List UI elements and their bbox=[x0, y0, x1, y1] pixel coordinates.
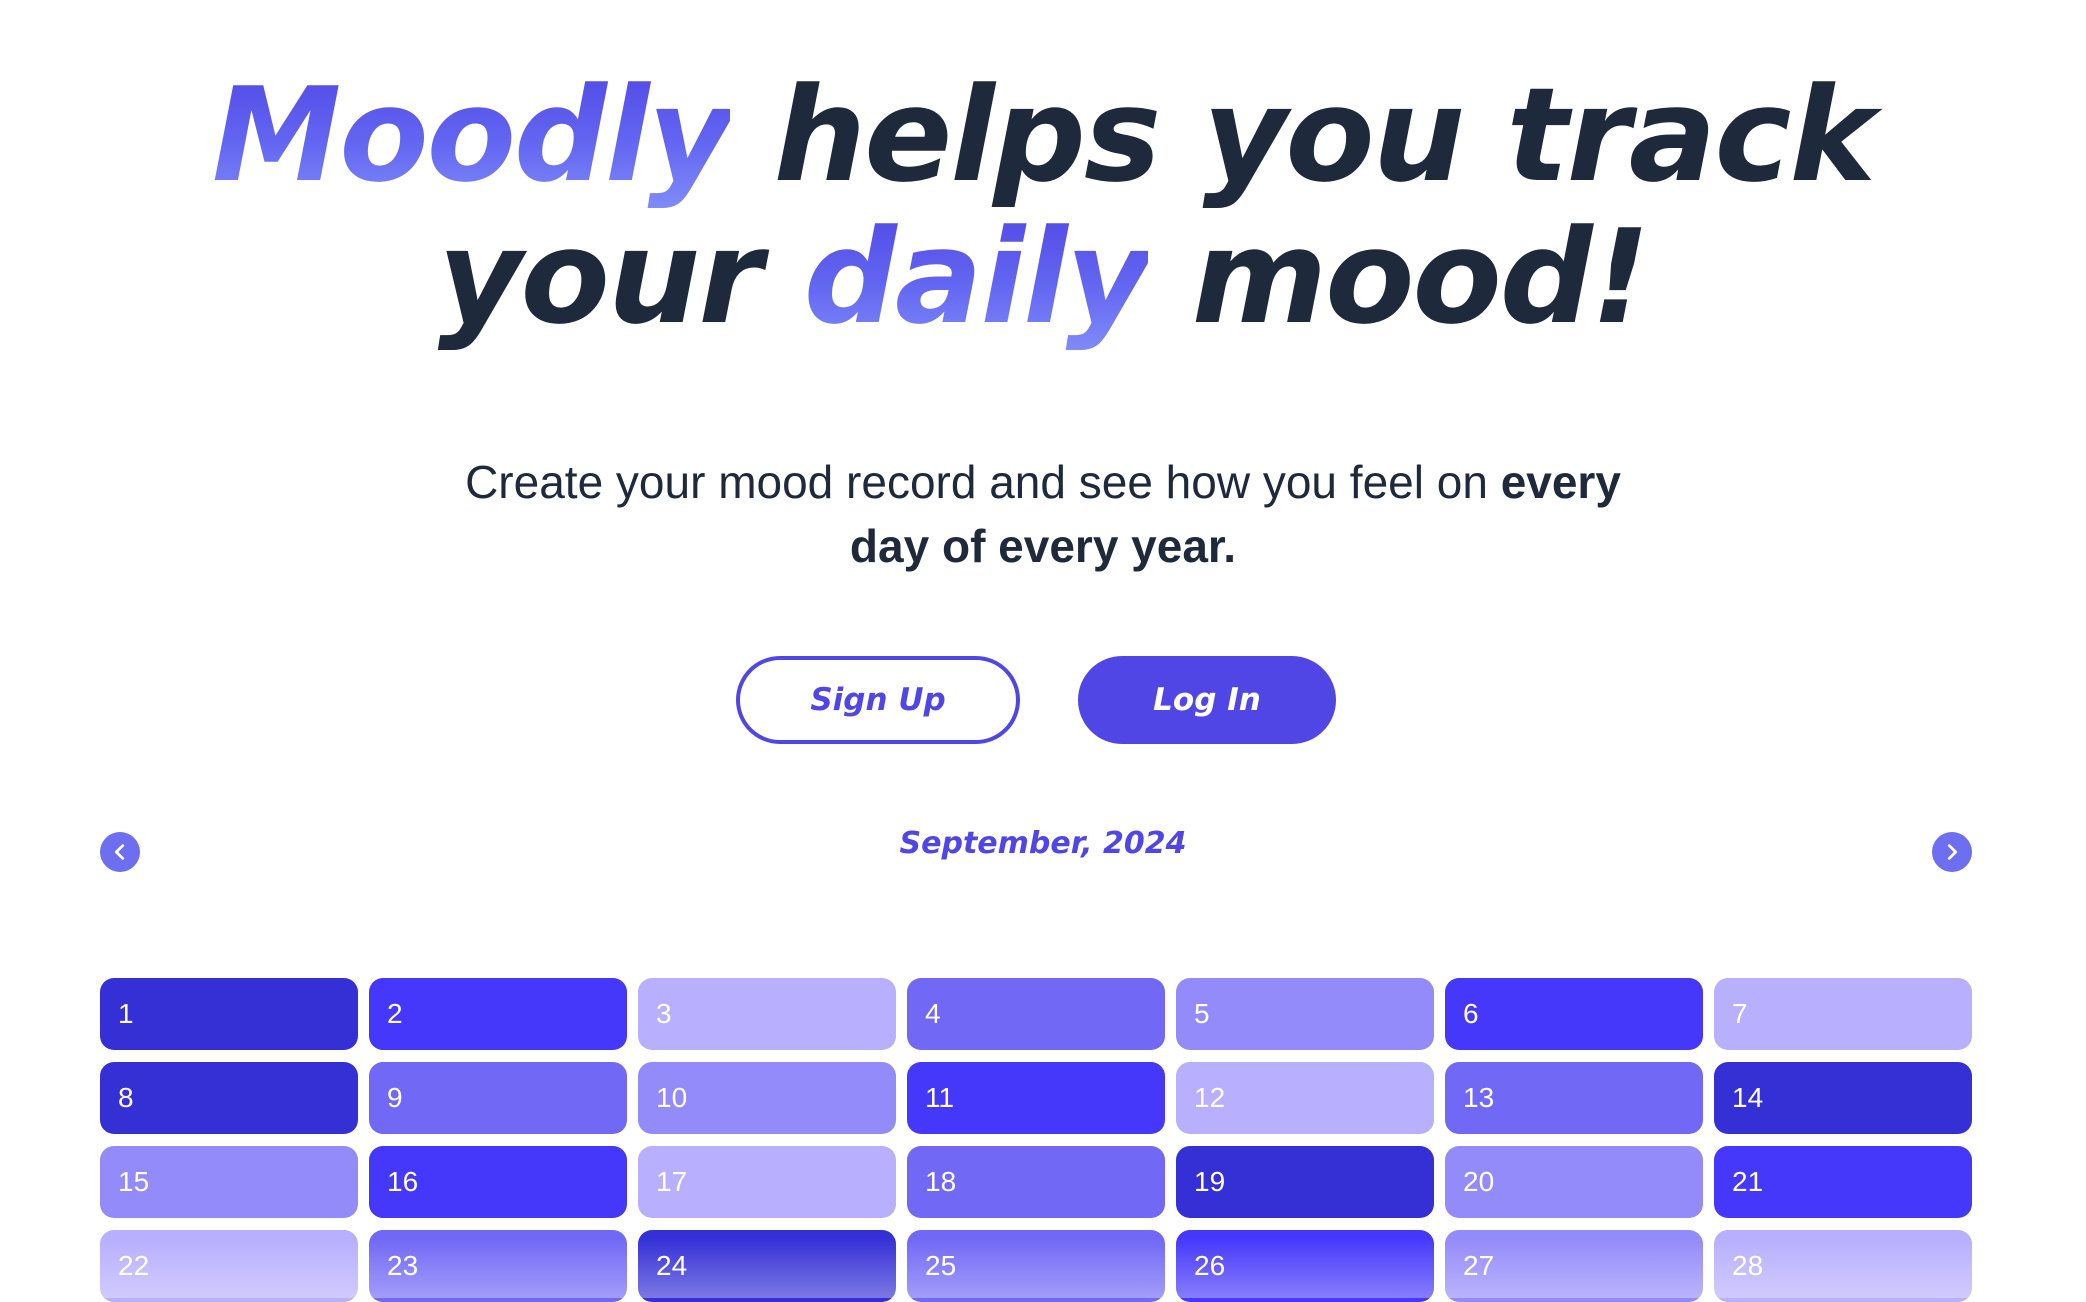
calendar-day-cell[interactable]: 24 bbox=[638, 1230, 896, 1302]
hero-title-line1-text: helps you track bbox=[773, 59, 1876, 211]
login-button[interactable]: Log In bbox=[1078, 656, 1336, 744]
hero-brand-highlight: Moodly bbox=[212, 59, 732, 211]
hero-daily-highlight: daily bbox=[803, 201, 1151, 353]
calendar-day-cell[interactable]: 20 bbox=[1445, 1146, 1703, 1218]
calendar-day-cell[interactable]: 19 bbox=[1176, 1146, 1434, 1218]
next-month-button[interactable] bbox=[1932, 832, 1972, 872]
subtitle-text: Create your mood record and see how you … bbox=[465, 456, 1488, 508]
calendar-day-cell[interactable]: 5 bbox=[1176, 978, 1434, 1050]
calendar-day-cell[interactable]: 28 bbox=[1714, 1230, 1972, 1302]
hero-subtitle: Create your mood record and see how you … bbox=[443, 450, 1643, 578]
hero-title: Moodly helps you track your daily mood! bbox=[0, 64, 2086, 348]
calendar-day-cell[interactable]: 25 bbox=[907, 1230, 1165, 1302]
calendar-day-cell[interactable]: 14 bbox=[1714, 1062, 1972, 1134]
calendar-day-cell[interactable]: 11 bbox=[907, 1062, 1165, 1134]
hero-title-line2-start: your bbox=[437, 201, 763, 353]
calendar-month-label: September, 2024 bbox=[899, 826, 1187, 861]
calendar-day-cell[interactable]: 9 bbox=[369, 1062, 627, 1134]
calendar-day-cell[interactable]: 2 bbox=[369, 978, 627, 1050]
calendar-day-cell[interactable]: 4 bbox=[907, 978, 1165, 1050]
calendar-day-cell[interactable]: 21 bbox=[1714, 1146, 1972, 1218]
calendar-day-cell[interactable]: 7 bbox=[1714, 978, 1972, 1050]
calendar-day-cell[interactable]: 23 bbox=[369, 1230, 627, 1302]
calendar-day-cell[interactable]: 3 bbox=[638, 978, 896, 1050]
calendar-day-cell[interactable]: 13 bbox=[1445, 1062, 1703, 1134]
calendar-day-cell[interactable]: 18 bbox=[907, 1146, 1165, 1218]
calendar-day-cell[interactable]: 15 bbox=[100, 1146, 358, 1218]
calendar-day-cell[interactable]: 22 bbox=[100, 1230, 358, 1302]
calendar-day-cell[interactable]: 12 bbox=[1176, 1062, 1434, 1134]
calendar-day-cell[interactable]: 27 bbox=[1445, 1230, 1703, 1302]
calendar-day-cell[interactable]: 10 bbox=[638, 1062, 896, 1134]
calendar-day-cell[interactable]: 26 bbox=[1176, 1230, 1434, 1302]
signup-button[interactable]: Sign Up bbox=[736, 656, 1020, 744]
calendar-grid: 1 2 3 4 5 6 7 8 9 10 11 12 13 14 15 16 17 18 19 20 21 22 23 24 2… bbox=[100, 978, 1972, 1302]
calendar-day-cell[interactable]: 16 bbox=[369, 1146, 627, 1218]
hero-title-line2-end: mood! bbox=[1191, 201, 1650, 353]
calendar-day-cell[interactable]: 17 bbox=[638, 1146, 896, 1218]
calendar-day-cell[interactable]: 8 bbox=[100, 1062, 358, 1134]
calendar-day-cell[interactable]: 1 bbox=[100, 978, 358, 1050]
chevron-right-icon bbox=[1947, 844, 1958, 860]
calendar-day-cell[interactable]: 6 bbox=[1445, 978, 1703, 1050]
